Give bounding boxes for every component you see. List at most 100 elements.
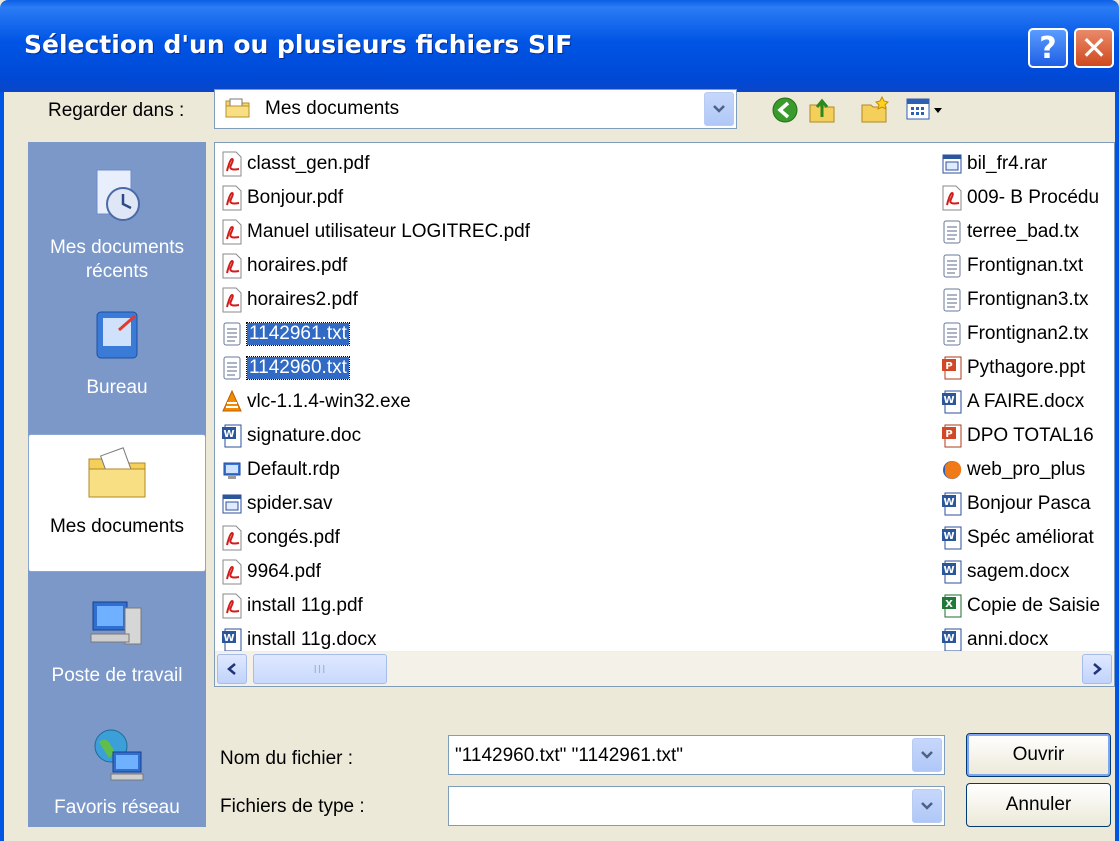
file-item[interactable]: 1142960.txt [221, 353, 350, 383]
filetype-combo[interactable] [448, 786, 945, 826]
network-places-icon [94, 729, 144, 781]
file-item[interactable]: Bonjour.pdf [221, 183, 343, 213]
new-folder-icon[interactable] [860, 95, 890, 125]
place-desktop[interactable]: Bureau [28, 302, 206, 400]
file-name: sagem.docx [967, 561, 1070, 582]
file-item[interactable]: P Pythagore.ppt [941, 353, 1085, 383]
file-item[interactable]: horaires2.pdf [221, 285, 358, 315]
file-name: classt_gen.pdf [247, 153, 370, 174]
filename-dropdown-button[interactable] [912, 738, 942, 772]
file-item[interactable]: P DPO TOTAL16 [941, 421, 1094, 451]
file-list[interactable]: classt_gen.pdf Bonjour.pdf Manuel utilisat… [214, 142, 1115, 687]
open-button[interactable]: Ouvrir [966, 733, 1111, 777]
window-title: Sélection d'un ou plusieurs fichiers SIF [24, 30, 573, 59]
file-name: vlc-1.1.4-win32.exe [247, 391, 411, 412]
file-item[interactable]: congés.pdf [221, 523, 340, 553]
place-my-computer[interactable]: Poste de travail [28, 590, 206, 688]
pdf-file-icon [222, 559, 242, 585]
place-label: Favoris réseau [54, 797, 180, 818]
filename-combo[interactable]: "1142960.txt" "1142961.txt" [448, 735, 945, 775]
file-item[interactable]: bil_fr4.rar [941, 149, 1047, 179]
view-menu-icon[interactable] [905, 95, 945, 125]
file-name: bil_fr4.rar [967, 153, 1048, 174]
file-name: Manuel utilisateur LOGITREC.pdf [247, 221, 531, 242]
file-item[interactable]: vlc-1.1.4-win32.exe [221, 387, 411, 417]
txt-file-icon [223, 356, 241, 380]
svg-text:W: W [223, 429, 234, 440]
file-name: Frontignan3.tx [967, 289, 1089, 310]
close-button[interactable]: ✕ [1074, 28, 1114, 68]
scroll-thumb[interactable]: III [253, 654, 387, 684]
file-item[interactable]: Manuel utilisateur LOGITREC.pdf [221, 217, 530, 247]
file-item[interactable]: Default.rdp [221, 455, 340, 485]
pdf-file-icon [222, 219, 242, 245]
file-name: anni.docx [967, 629, 1049, 650]
file-item[interactable]: 9964.pdf [221, 557, 321, 587]
file-name: spider.sav [247, 493, 333, 514]
cancel-button[interactable]: Annuler [966, 783, 1111, 827]
svg-text:W: W [943, 633, 954, 644]
txt-file-icon [943, 288, 961, 312]
ppt-file-icon: P [942, 356, 962, 380]
file-item[interactable]: Frontignan2.tx [941, 319, 1088, 349]
file-item[interactable]: Frontignan3.tx [941, 285, 1088, 315]
svg-text:P: P [945, 361, 952, 372]
svg-text:P: P [945, 429, 952, 440]
file-item[interactable]: install 11g.pdf [221, 591, 363, 621]
doc-file-icon: W [942, 492, 962, 516]
place-recent-documents[interactable]: Mes documents récents [28, 162, 206, 284]
file-name: 9964.pdf [247, 561, 321, 582]
file-item[interactable]: 1142961.txt [221, 319, 350, 349]
file-name: Bonjour.pdf [247, 187, 344, 208]
file-name: congés.pdf [247, 527, 340, 548]
file-item[interactable]: W Bonjour Pasca [941, 489, 1091, 519]
place-label: Mes documents récents [49, 237, 185, 282]
place-network[interactable]: Favoris réseau [28, 722, 206, 820]
file-item[interactable]: web_pro_plus [941, 455, 1085, 485]
place-label: Poste de travail [51, 665, 183, 686]
doc-file-icon: W [942, 560, 962, 584]
file-name: Frontignan2.tx [967, 323, 1089, 344]
desktop-icon [96, 311, 138, 359]
firefox-file-icon [943, 461, 962, 479]
svg-text:W: W [943, 395, 954, 406]
pdf-file-icon [222, 253, 242, 279]
ppt-file-icon: P [942, 424, 962, 448]
doc-file-icon: W [942, 390, 962, 414]
look-in-value: Mes documents [265, 98, 400, 119]
help-button[interactable]: ? [1028, 28, 1068, 68]
file-item[interactable]: horaires.pdf [221, 251, 347, 281]
txt-file-icon [943, 322, 961, 346]
file-item[interactable]: W Spéc améliorat [941, 523, 1094, 553]
file-item[interactable]: W A FAIRE.docx [941, 387, 1084, 417]
up-folder-icon[interactable] [807, 95, 837, 125]
scroll-right-button[interactable] [1082, 654, 1112, 684]
look-in-dropdown-button[interactable] [704, 92, 734, 126]
file-item[interactable]: classt_gen.pdf [221, 149, 370, 179]
back-arrow-icon[interactable] [770, 95, 800, 125]
file-item[interactable]: 009- B Procédu [941, 183, 1099, 213]
scroll-left-button[interactable] [217, 654, 247, 684]
doc-file-icon: W [222, 424, 242, 448]
place-my-documents[interactable]: Mes documents [28, 434, 206, 572]
file-item[interactable]: terree_bad.tx [941, 217, 1079, 247]
my-computer-icon [90, 601, 142, 645]
file-name: Default.rdp [247, 459, 340, 480]
horizontal-scrollbar[interactable]: III [215, 651, 1114, 686]
file-name: horaires2.pdf [247, 289, 358, 310]
file-item[interactable]: Frontignan.txt [941, 251, 1083, 281]
sav-file-icon [222, 494, 242, 514]
file-name: web_pro_plus [967, 459, 1086, 480]
doc-file-icon: W [942, 628, 962, 652]
look-in-combo[interactable]: Mes documents [214, 89, 737, 129]
file-item[interactable]: Wsignature.doc [221, 421, 361, 451]
svg-text:W: W [943, 565, 954, 576]
filename-input[interactable]: "1142960.txt" "1142961.txt" [455, 745, 683, 767]
file-name: signature.doc [247, 425, 362, 446]
file-item[interactable]: Wsagem.docx [941, 557, 1069, 587]
file-item[interactable]: X Copie de Saisie [941, 591, 1100, 621]
sav-file-icon [942, 154, 962, 174]
filetype-dropdown-button[interactable] [912, 789, 942, 823]
pdf-file-icon [942, 185, 962, 211]
file-item[interactable]: spider.sav [221, 489, 333, 519]
